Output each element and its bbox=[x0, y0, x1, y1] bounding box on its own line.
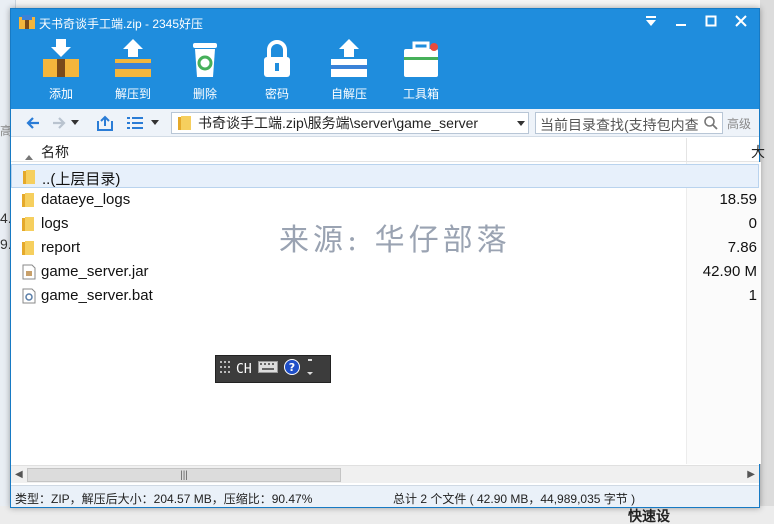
chevron-down-icon bbox=[71, 120, 79, 125]
file-name: ..(上层目录) bbox=[42, 171, 121, 188]
screen: 高 4. 9. 快速设 天书奇谈手工端.zip - 2345好压 添加 解压到 … bbox=[0, 0, 774, 524]
file-row-parent-directory[interactable]: ..(上层目录) bbox=[11, 164, 759, 188]
close-button[interactable] bbox=[727, 11, 755, 31]
up-folder-icon bbox=[97, 115, 113, 131]
directory-search-input[interactable]: 当前目录查找(支持包内查 bbox=[535, 112, 723, 134]
file-size: 7.86 bbox=[727, 239, 757, 256]
add-button[interactable]: 添加 bbox=[25, 37, 97, 103]
extract-to-label: 解压到 bbox=[114, 87, 151, 101]
horizontal-scrollbar[interactable]: ◀ ||| ▶ bbox=[11, 465, 759, 483]
haozip-window: 天书奇谈手工端.zip - 2345好压 添加 解压到 删除 密码 自解压 工具… bbox=[10, 8, 765, 508]
self-extract-icon bbox=[327, 37, 371, 81]
status-bar: 类型：ZIP，解压后大小：204.57 MB，压缩比：90.47% 总计 2 个… bbox=[11, 485, 759, 507]
back-arrow-icon bbox=[26, 117, 39, 129]
delete-label: 删除 bbox=[192, 87, 217, 101]
selection-total: 总计 2 个文件 ( 42.90 MB，44,989,035 字节 ) bbox=[393, 492, 636, 506]
path-dropdown-icon[interactable] bbox=[516, 116, 526, 135]
folder-icon bbox=[21, 216, 37, 237]
search-placeholder: 当前目录查找(支持包内查 bbox=[540, 117, 699, 133]
file-size: 42.90 M bbox=[702, 263, 757, 280]
self-extract-label: 自解压 bbox=[330, 87, 367, 101]
help-icon[interactable]: ? bbox=[283, 359, 300, 379]
file-row-game-server-jar[interactable]: game_server.jar 42.90 M bbox=[11, 260, 759, 284]
password-button[interactable]: 密码 bbox=[241, 37, 313, 103]
extract-to-button[interactable]: 解压到 bbox=[97, 37, 169, 103]
search-icon[interactable] bbox=[703, 115, 719, 136]
ime-language[interactable]: CH bbox=[236, 362, 252, 377]
extract-to-icon bbox=[111, 37, 155, 81]
file-size: 0 bbox=[748, 215, 757, 232]
background-window-right bbox=[760, 0, 774, 524]
menu-dropdown-button[interactable] bbox=[637, 11, 665, 31]
folder-icon bbox=[21, 192, 37, 213]
window-title: 天书奇谈手工端.zip - 2345好压 bbox=[39, 17, 204, 31]
add-label: 添加 bbox=[48, 87, 73, 101]
view-mode-dropdown[interactable] bbox=[149, 113, 161, 133]
path-text: 书奇谈手工端.zip\服务端\server\game_server bbox=[198, 115, 479, 131]
haozip-app-icon bbox=[19, 15, 35, 29]
view-mode-button[interactable] bbox=[125, 113, 145, 133]
ime-options-icon[interactable] bbox=[306, 358, 314, 380]
scrollbar-thumb[interactable]: ||| bbox=[27, 468, 341, 482]
scroll-right-icon[interactable]: ▶ bbox=[747, 469, 755, 480]
maximize-button[interactable] bbox=[697, 11, 725, 31]
file-name: game_server.jar bbox=[41, 263, 149, 280]
close-icon bbox=[735, 15, 747, 27]
forward-arrow-icon bbox=[53, 117, 66, 129]
self-extract-button[interactable]: 自解压 bbox=[313, 37, 385, 103]
column-size[interactable]: 大 bbox=[751, 142, 765, 162]
background-window-bottom: 快速设 bbox=[0, 506, 774, 524]
minimize-icon bbox=[676, 24, 686, 26]
main-toolbar: 添加 解压到 删除 密码 自解压 工具箱 bbox=[11, 37, 759, 107]
advanced-search-link[interactable]: 高级 bbox=[727, 115, 751, 132]
file-name: report bbox=[41, 239, 81, 256]
chevron-down-icon bbox=[151, 120, 159, 125]
folder-icon bbox=[21, 240, 37, 261]
sort-ascending-icon bbox=[25, 147, 33, 165]
password-label: 密码 bbox=[264, 87, 289, 101]
file-name: logs bbox=[41, 215, 69, 232]
minimize-button[interactable] bbox=[667, 11, 695, 31]
svg-text:?: ? bbox=[288, 361, 294, 374]
ime-toolbar[interactable]: CH ? bbox=[215, 355, 331, 383]
jar-file-icon bbox=[21, 264, 37, 285]
column-header: 名称 大 bbox=[11, 138, 765, 165]
file-name: dataeye_logs bbox=[41, 191, 131, 208]
address-bar: 书奇谈手工端.zip\服务端\server\game_server 当前目录查找… bbox=[11, 109, 759, 137]
archive-info: 类型：ZIP，解压后大小：204.57 MB，压缩比：90.47% bbox=[15, 492, 313, 506]
delete-icon bbox=[183, 37, 227, 81]
toolbox-icon bbox=[399, 37, 443, 81]
toolbox-button[interactable]: 工具箱 bbox=[385, 37, 457, 103]
drag-grip-icon[interactable] bbox=[220, 360, 230, 378]
up-level-button[interactable] bbox=[95, 113, 115, 133]
chevron-down-icon bbox=[646, 16, 656, 26]
delete-button[interactable]: 删除 bbox=[169, 37, 241, 103]
maximize-icon bbox=[705, 15, 717, 27]
file-row-dataeye-logs[interactable]: dataeye_logs 18.59 bbox=[11, 188, 759, 212]
watermark-text: 来源: 华仔部落 bbox=[279, 223, 511, 258]
browser-pane: 书奇谈手工端.zip\服务端\server\game_server 当前目录查找… bbox=[11, 109, 765, 507]
column-name[interactable]: 名称 bbox=[41, 142, 69, 162]
title-bar[interactable]: 天书奇谈手工端.zip - 2345好压 bbox=[11, 9, 759, 35]
keyboard-icon[interactable] bbox=[257, 361, 278, 377]
toolbox-label: 工具箱 bbox=[402, 87, 439, 101]
column-divider[interactable] bbox=[686, 138, 687, 162]
add-icon bbox=[39, 37, 83, 81]
file-size: 1 bbox=[748, 287, 757, 304]
folder-icon bbox=[176, 115, 194, 136]
scroll-left-icon[interactable]: ◀ bbox=[15, 469, 23, 480]
file-name: game_server.bat bbox=[41, 287, 153, 304]
lock-icon bbox=[255, 37, 299, 81]
list-view-icon bbox=[127, 117, 143, 129]
file-row-game-server-bat[interactable]: game_server.bat 1 bbox=[11, 284, 759, 308]
back-button[interactable] bbox=[23, 113, 43, 133]
path-box[interactable]: 书奇谈手工端.zip\服务端\server\game_server bbox=[171, 112, 529, 134]
forward-button[interactable] bbox=[49, 113, 69, 133]
background-text: 快速设 bbox=[628, 508, 670, 524]
history-dropdown[interactable] bbox=[69, 113, 81, 133]
folder-icon bbox=[22, 169, 38, 190]
file-size: 18.59 bbox=[719, 191, 757, 208]
bat-file-icon bbox=[21, 288, 37, 309]
